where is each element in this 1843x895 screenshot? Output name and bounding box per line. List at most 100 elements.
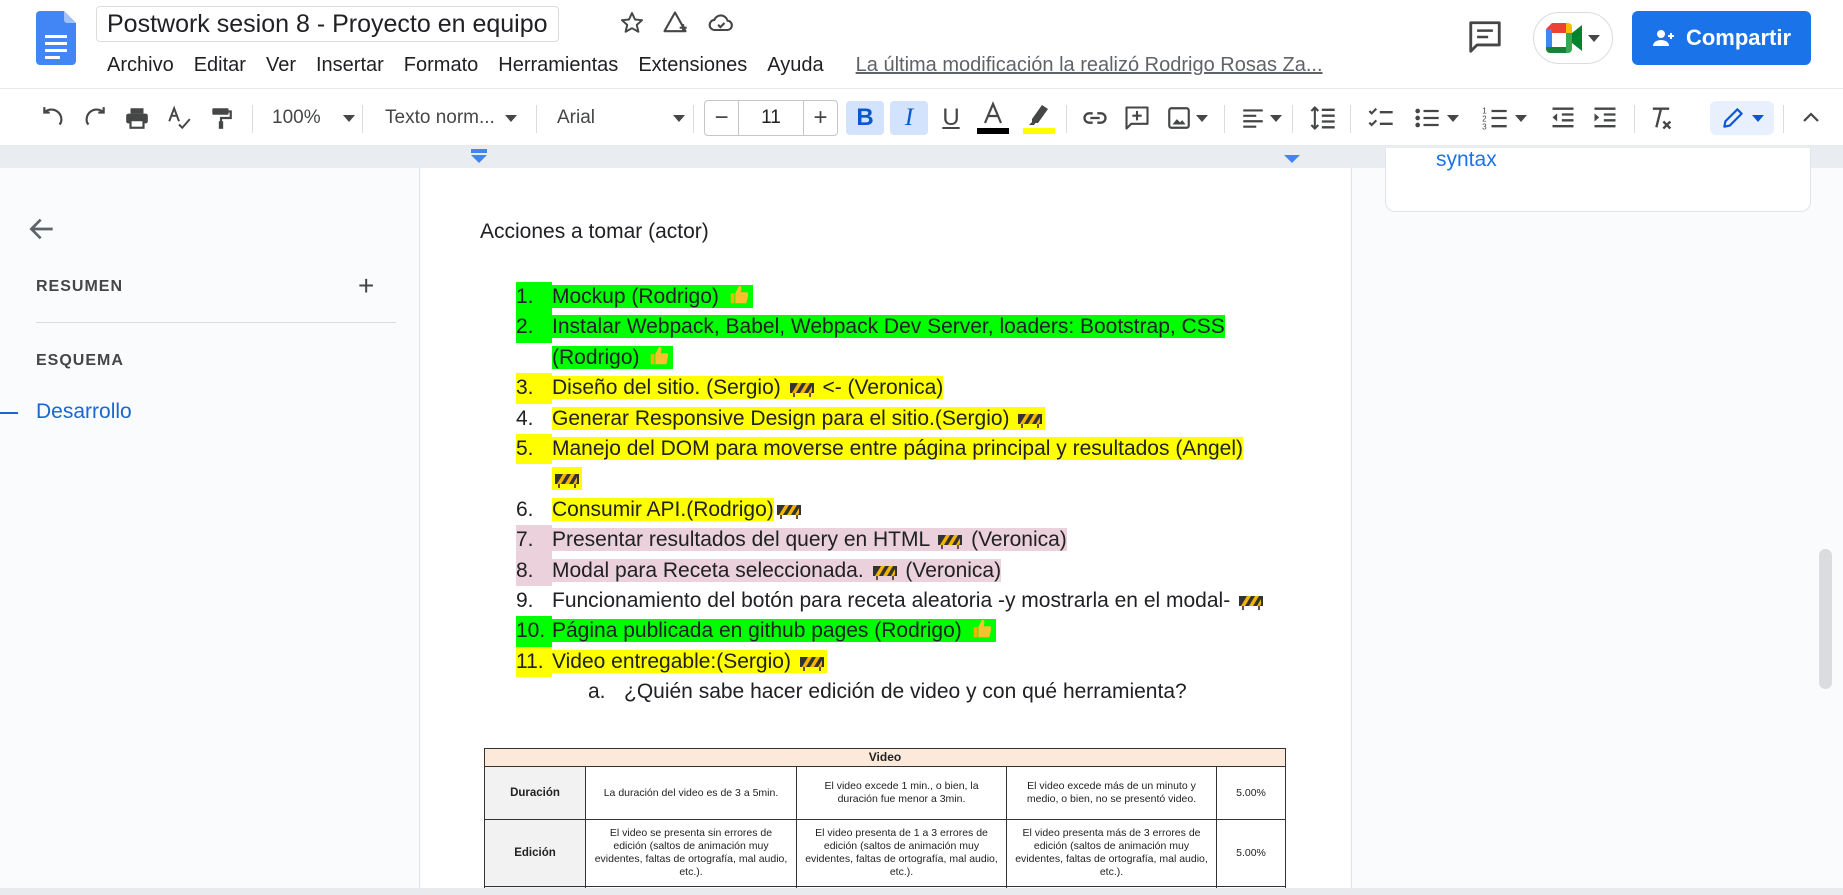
move-to-folder-icon[interactable] bbox=[660, 8, 690, 38]
list-item[interactable]: 2. Instalar Webpack, Babel, Webpack Dev S… bbox=[516, 312, 1276, 373]
google-docs-logo-icon[interactable] bbox=[36, 11, 76, 65]
list-number: 3. bbox=[516, 373, 552, 404]
comment-history-button[interactable] bbox=[1466, 18, 1504, 56]
list-number: 10. bbox=[516, 616, 552, 647]
insert-image-button[interactable] bbox=[1162, 101, 1212, 135]
redo-button[interactable] bbox=[80, 101, 110, 135]
underline-button[interactable]: U bbox=[934, 101, 968, 135]
insert-link-button[interactable] bbox=[1078, 101, 1112, 135]
numbered-list-icon: 123 bbox=[1482, 106, 1507, 132]
list-item[interactable]: 5. Manejo del DOM para moverse entre pági… bbox=[516, 434, 1276, 495]
clear-formatting-button[interactable] bbox=[1644, 101, 1678, 135]
decrease-font-size-button[interactable]: − bbox=[705, 101, 738, 135]
star-icon[interactable] bbox=[617, 8, 647, 38]
menu-extensiones[interactable]: Extensiones bbox=[628, 50, 757, 80]
last-edit-link[interactable]: La última modificación la realizó Rodrig… bbox=[856, 54, 1323, 77]
document-outline-sidebar: RESUMEN + ESQUEMA Desarrollo bbox=[0, 168, 420, 895]
bold-button[interactable]: B bbox=[846, 101, 884, 135]
print-button[interactable] bbox=[122, 101, 152, 135]
rubric-title: Video bbox=[484, 748, 1286, 767]
font-size-input[interactable]: 11 bbox=[738, 101, 804, 135]
line-spacing-button[interactable] bbox=[1306, 101, 1340, 135]
table-row: Duración La duración del video es de 3 a… bbox=[484, 766, 1286, 820]
menu-ver[interactable]: Ver bbox=[256, 50, 306, 80]
zoom-select[interactable]: 100% bbox=[272, 101, 355, 135]
underline-icon: U bbox=[942, 104, 960, 131]
italic-button[interactable]: I bbox=[890, 101, 928, 135]
list-item-text: Página publicada en github pages (Rodrig… bbox=[552, 619, 962, 643]
chevron-down-icon bbox=[1515, 114, 1527, 122]
outline-label: ESQUEMA bbox=[36, 352, 124, 369]
numbered-list-button[interactable]: 123 bbox=[1478, 101, 1530, 135]
list-item[interactable]: 10. Página publicada en github pages (Rod… bbox=[516, 616, 1276, 647]
vertical-scrollbar-thumb[interactable] bbox=[1819, 549, 1832, 689]
list-item[interactable]: 11. Video entregable:(Sergio) bbox=[516, 646, 1276, 678]
align-button[interactable] bbox=[1238, 101, 1284, 135]
chevron-up-icon bbox=[1803, 112, 1819, 122]
checklist-button[interactable] bbox=[1364, 101, 1398, 135]
horizontal-scrollbar[interactable] bbox=[0, 888, 1843, 895]
spellcheck-button[interactable] bbox=[164, 101, 194, 135]
table-row: Edición El video se presenta sin errores… bbox=[484, 819, 1286, 887]
menu-ayuda[interactable]: Ayuda bbox=[757, 50, 833, 80]
suggestion-card[interactable]: syntax bbox=[1385, 148, 1811, 212]
menu-herramientas[interactable]: Herramientas bbox=[488, 50, 628, 80]
suggestion-text[interactable]: syntax bbox=[1436, 148, 1497, 172]
back-arrow-icon[interactable] bbox=[26, 213, 58, 245]
list-number: 9. bbox=[516, 589, 534, 613]
increase-indent-button[interactable] bbox=[1588, 101, 1622, 135]
outline-item-desarrollo[interactable]: Desarrollo bbox=[36, 400, 132, 424]
highlighter-icon bbox=[1023, 105, 1055, 134]
list-item[interactable]: 4. Generar Responsive Design para el siti… bbox=[516, 404, 1276, 434]
font-family-select[interactable]: Arial bbox=[557, 101, 686, 135]
text-color-button[interactable] bbox=[974, 101, 1012, 135]
bulleted-list-button[interactable] bbox=[1410, 101, 1462, 135]
menu-formato[interactable]: Formato bbox=[394, 50, 488, 80]
list-item-text: Consumir API.(Rodrigo) bbox=[552, 497, 774, 521]
list-number: 8. bbox=[516, 555, 552, 587]
decrease-indent-button[interactable] bbox=[1546, 101, 1580, 135]
increase-font-size-button[interactable]: + bbox=[804, 101, 837, 135]
chevron-down-icon bbox=[1270, 114, 1282, 122]
list-number: 2. bbox=[516, 312, 552, 343]
add-summary-button[interactable]: + bbox=[358, 272, 374, 300]
list-item[interactable]: 1. Mockup (Rodrigo) bbox=[516, 282, 1276, 313]
list-item[interactable]: 7. Presentar resultados del query en HTML… bbox=[516, 525, 1276, 556]
document-page[interactable]: Acciones a tomar (actor) 1. Mockup (Rodri… bbox=[421, 168, 1350, 895]
decrease-indent-icon bbox=[1552, 107, 1574, 128]
hide-menus-button[interactable] bbox=[1794, 101, 1828, 135]
menu-editar[interactable]: Editar bbox=[184, 50, 256, 80]
list-item-text: ¿Quién sabe hacer edición de video y con… bbox=[624, 680, 1187, 704]
list-item-text-tail: (Veronica) bbox=[905, 558, 1002, 582]
list-item-text: Mockup (Rodrigo) bbox=[552, 285, 719, 308]
document-title-input[interactable]: Postwork sesion 8 - Proyecto en equipo bbox=[96, 6, 559, 42]
list-number: 1. bbox=[516, 282, 552, 313]
list-subitem[interactable]: a. ¿Quién sabe hacer edición de video y c… bbox=[516, 677, 1276, 707]
list-item[interactable]: 9. Funcionamiento del botón para receta a… bbox=[516, 586, 1276, 616]
paint-format-button[interactable] bbox=[206, 101, 236, 135]
list-number: 11. bbox=[516, 646, 552, 678]
add-comment-button[interactable] bbox=[1120, 101, 1154, 135]
list-item[interactable]: 8. Modal para Receta seleccionada. (Veron… bbox=[516, 555, 1276, 587]
share-button[interactable]: Compartir bbox=[1632, 11, 1811, 65]
toolbar-divider bbox=[1634, 105, 1635, 133]
paragraph-style-value: Texto norm... bbox=[385, 107, 495, 128]
highlight-color-button[interactable] bbox=[1020, 101, 1058, 135]
menu-archivo[interactable]: Archivo bbox=[97, 50, 184, 80]
list-item[interactable]: 6. Consumir API.(Rodrigo) bbox=[516, 495, 1276, 525]
construction-sign-icon bbox=[776, 504, 801, 519]
list-item[interactable]: 3. Diseño del sitio. (Sergio) <- (Veronic… bbox=[516, 373, 1276, 404]
construction-sign-icon bbox=[1239, 596, 1264, 611]
checklist-icon bbox=[1368, 107, 1393, 127]
bold-icon: B bbox=[856, 104, 874, 131]
list-item-text: Modal para Receta seleccionada. bbox=[552, 558, 864, 582]
cloud-saved-icon[interactable] bbox=[706, 8, 736, 38]
meet-button[interactable] bbox=[1533, 12, 1613, 64]
undo-button[interactable] bbox=[38, 101, 68, 135]
table-cell: El video excede 1 min., o bien, la durac… bbox=[796, 766, 1007, 820]
paragraph-style-select[interactable]: Texto norm... bbox=[385, 101, 517, 135]
thumbs-up-icon bbox=[651, 346, 669, 365]
editing-mode-button[interactable] bbox=[1710, 101, 1774, 135]
construction-sign-icon bbox=[938, 535, 963, 550]
menu-insertar[interactable]: Insertar bbox=[306, 50, 394, 80]
